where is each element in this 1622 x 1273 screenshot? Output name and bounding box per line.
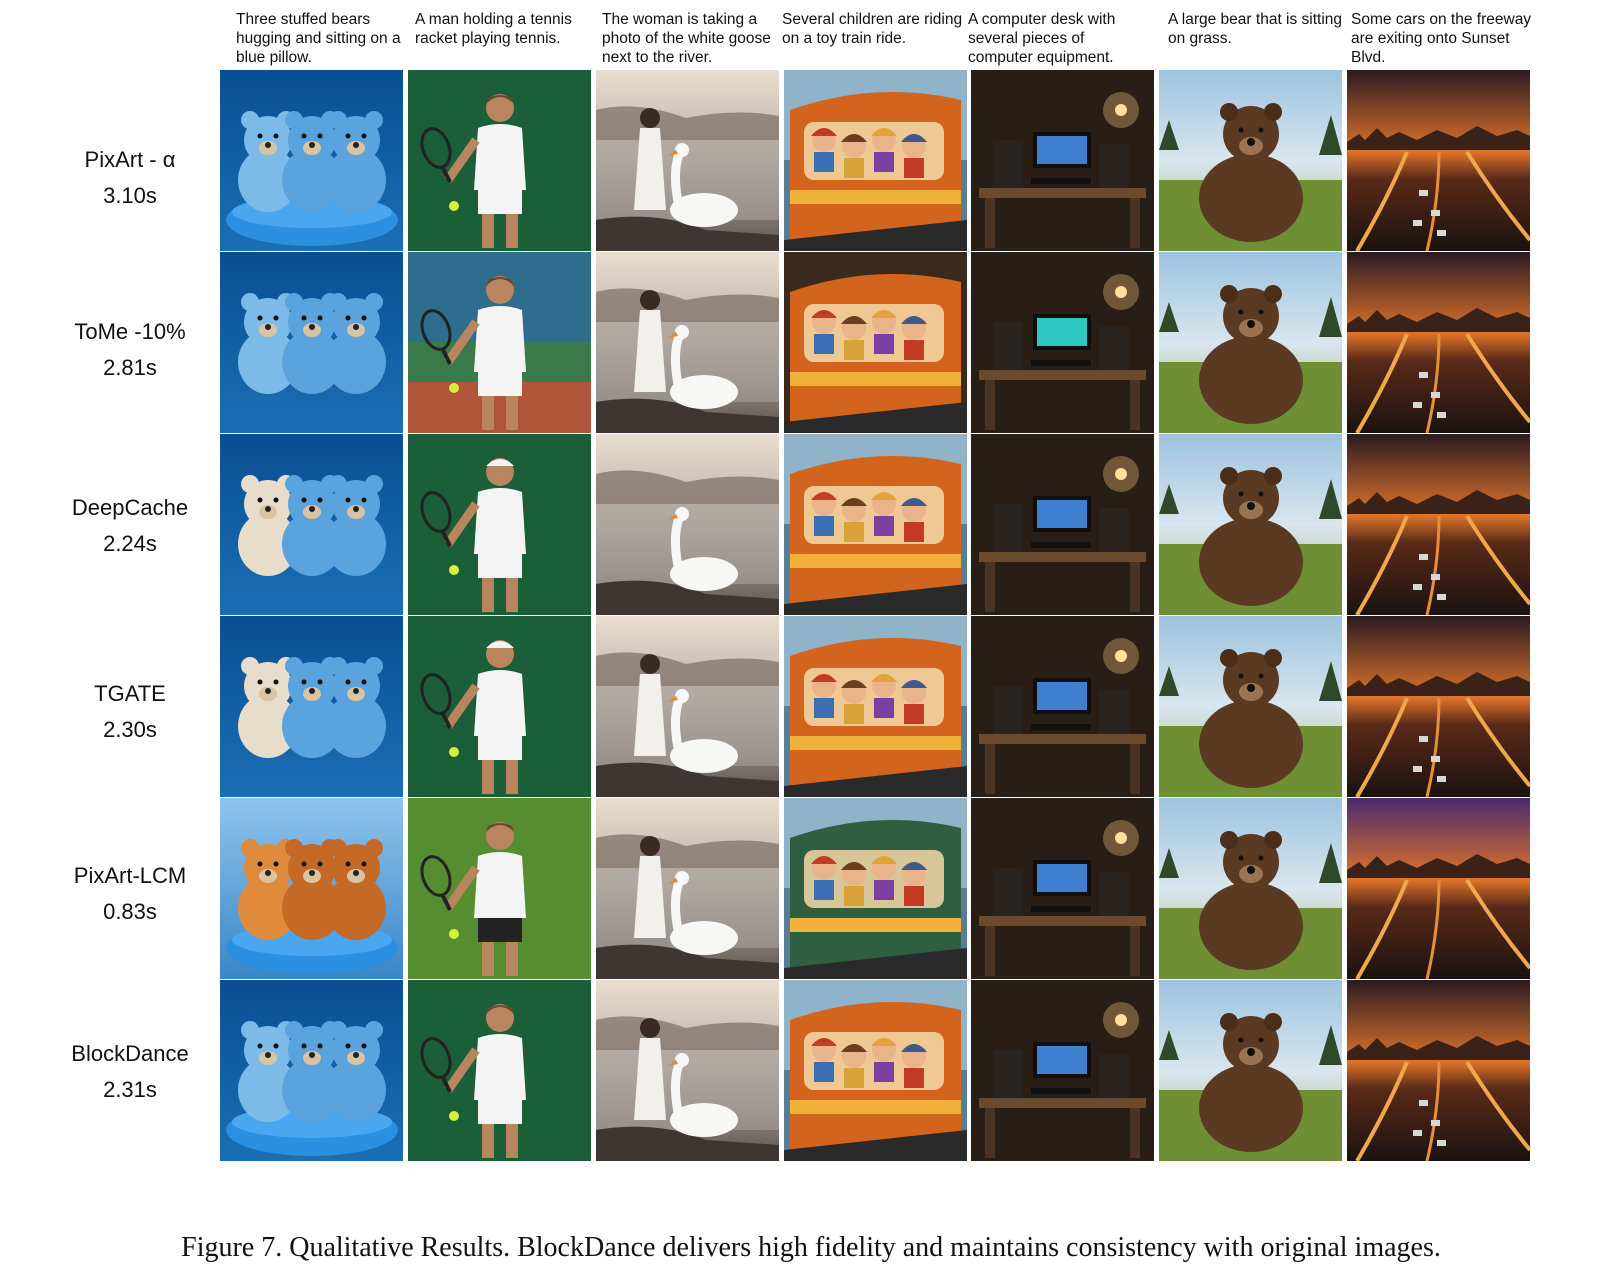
prompt-caption: Three stuffed bears hugging and sitting … — [236, 11, 401, 66]
generated-image-freeway-sunset — [1347, 434, 1530, 615]
generated-image-toy-train — [784, 252, 967, 433]
generated-image-teddy-bears — [220, 70, 403, 251]
generated-image-teddy-bears — [220, 616, 403, 797]
method-name: PixArt-LCM — [73, 863, 187, 888]
generated-image-woman-goose — [596, 798, 779, 979]
prompt-caption: A man holding a tennis racket playing te… — [415, 11, 572, 47]
generated-image-woman-goose — [596, 70, 779, 251]
figure-caption: Figure 7. Qualitative Results. BlockDanc… — [181, 1232, 1441, 1263]
generated-image-tennis-player — [408, 980, 591, 1161]
generated-image-computer-desk — [971, 980, 1154, 1161]
generated-image-computer-desk — [971, 434, 1154, 615]
generated-image-brown-bear — [1159, 798, 1342, 979]
method-label: PixArt - α 3.10s — [40, 146, 220, 210]
generated-image-tennis-player — [408, 434, 591, 615]
generated-image-computer-desk — [971, 798, 1154, 979]
generated-image-freeway-sunset — [1347, 798, 1530, 979]
method-name: ToMe -10% — [74, 319, 186, 344]
generated-image-toy-train — [784, 980, 967, 1161]
generated-image-toy-train — [784, 70, 967, 251]
generated-image-brown-bear — [1159, 434, 1342, 615]
generated-image-freeway-sunset — [1347, 616, 1530, 797]
method-name: TGATE — [94, 681, 166, 706]
inference-time: 3.10s — [103, 183, 157, 208]
generated-image-tennis-player — [408, 252, 591, 433]
generated-image-computer-desk — [971, 252, 1154, 433]
inference-time: 2.24s — [103, 531, 157, 556]
inference-time: 0.83s — [103, 899, 157, 924]
generated-image-computer-desk — [971, 70, 1154, 251]
method-label: TGATE 2.30s — [40, 680, 220, 744]
inference-time: 2.31s — [103, 1077, 157, 1102]
generated-image-teddy-bears — [220, 434, 403, 615]
generated-image-toy-train — [784, 798, 967, 979]
method-label: PixArt-LCM 0.83s — [40, 862, 220, 926]
prompt-caption: Some cars on the freeway are exiting ont… — [1351, 11, 1532, 66]
generated-image-tennis-player — [408, 798, 591, 979]
generated-image-tennis-player — [408, 616, 591, 797]
generated-image-tennis-player — [408, 70, 591, 251]
method-name: PixArt - α — [84, 147, 176, 172]
generated-image-brown-bear — [1159, 980, 1342, 1161]
generated-image-woman-goose — [596, 434, 779, 615]
inference-time: 2.30s — [103, 717, 157, 742]
inference-time: 2.81s — [103, 355, 157, 380]
generated-image-freeway-sunset — [1347, 252, 1530, 433]
generated-image-computer-desk — [971, 616, 1154, 797]
generated-image-brown-bear — [1159, 70, 1342, 251]
generated-image-teddy-bears — [220, 980, 403, 1161]
generated-image-toy-train — [784, 616, 967, 797]
generated-image-woman-goose — [596, 980, 779, 1161]
generated-image-brown-bear — [1159, 252, 1342, 433]
prompt-caption: The woman is taking a photo of the white… — [602, 11, 771, 66]
generated-image-toy-train — [784, 434, 967, 615]
prompt-caption: A computer desk with several pieces of c… — [968, 11, 1116, 66]
generated-image-woman-goose — [596, 252, 779, 433]
generated-image-freeway-sunset — [1347, 980, 1530, 1161]
generated-image-brown-bear — [1159, 616, 1342, 797]
generated-image-teddy-bears — [220, 798, 403, 979]
generated-image-woman-goose — [596, 616, 779, 797]
method-label: DeepCache 2.24s — [40, 494, 220, 558]
method-name: BlockDance — [71, 1041, 189, 1066]
qualitative-results-figure: Three stuffed bears hugging and sitting … — [0, 0, 1622, 1273]
method-label: BlockDance 2.31s — [40, 1040, 220, 1104]
generated-image-freeway-sunset — [1347, 70, 1530, 251]
prompt-caption: A large bear that is sitting on grass. — [1168, 11, 1343, 47]
method-label: ToMe -10% 2.81s — [40, 318, 220, 382]
method-name: DeepCache — [71, 495, 189, 520]
generated-image-teddy-bears — [220, 252, 403, 433]
prompt-caption: Several children are riding on a toy tra… — [782, 11, 963, 47]
